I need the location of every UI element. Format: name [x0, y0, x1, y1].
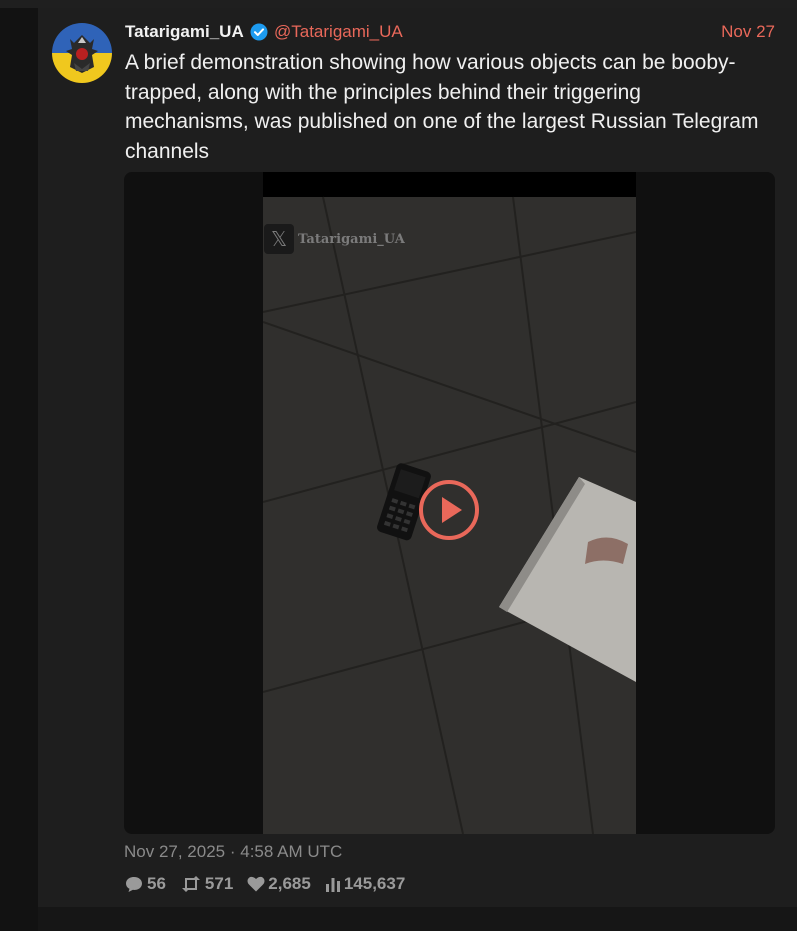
like-stat[interactable]: 2,685 [247, 874, 311, 894]
view-count: 145,637 [343, 874, 406, 893]
like-count: 2,685 [268, 874, 311, 893]
views-icon [325, 878, 340, 892]
tweet-date[interactable]: Nov 27 [721, 21, 775, 43]
top-bar [0, 0, 797, 8]
tweet-timestamp[interactable]: Nov 27, 2025 · 4:58 AM UTC [124, 842, 342, 862]
verified-badge-icon [250, 23, 268, 41]
tweet-stats: 56 571 2,685 145,637 [124, 874, 419, 894]
reply-count: 56 [147, 874, 166, 893]
watermark-text: Tatarigami_UA [298, 231, 405, 247]
reply-stat[interactable]: 56 [124, 874, 166, 894]
play-icon [419, 480, 479, 540]
retweet-count: 571 [204, 874, 234, 893]
left-gutter [0, 8, 38, 931]
retweet-stat[interactable]: 571 [180, 874, 233, 894]
reply-icon [126, 877, 142, 892]
display-name[interactable]: Tatarigami_UA [125, 21, 244, 43]
views-stat[interactable]: 145,637 [325, 874, 405, 894]
video-player[interactable]: 𝕏 Tatarigami_UA [124, 172, 775, 834]
like-icon [247, 876, 265, 892]
retweet-icon [181, 876, 200, 892]
play-button[interactable] [418, 479, 480, 541]
avatar[interactable] [52, 23, 112, 83]
tweet-text: A brief demonstration showing how variou… [125, 51, 759, 163]
x-logo-icon: 𝕏 [264, 224, 294, 254]
tweet-header: Tatarigami_UA @Tatarigami_UA Nov 27 [125, 21, 775, 43]
watermark: 𝕏 Tatarigami_UA [264, 224, 405, 254]
user-handle[interactable]: @Tatarigami_UA [274, 21, 403, 43]
